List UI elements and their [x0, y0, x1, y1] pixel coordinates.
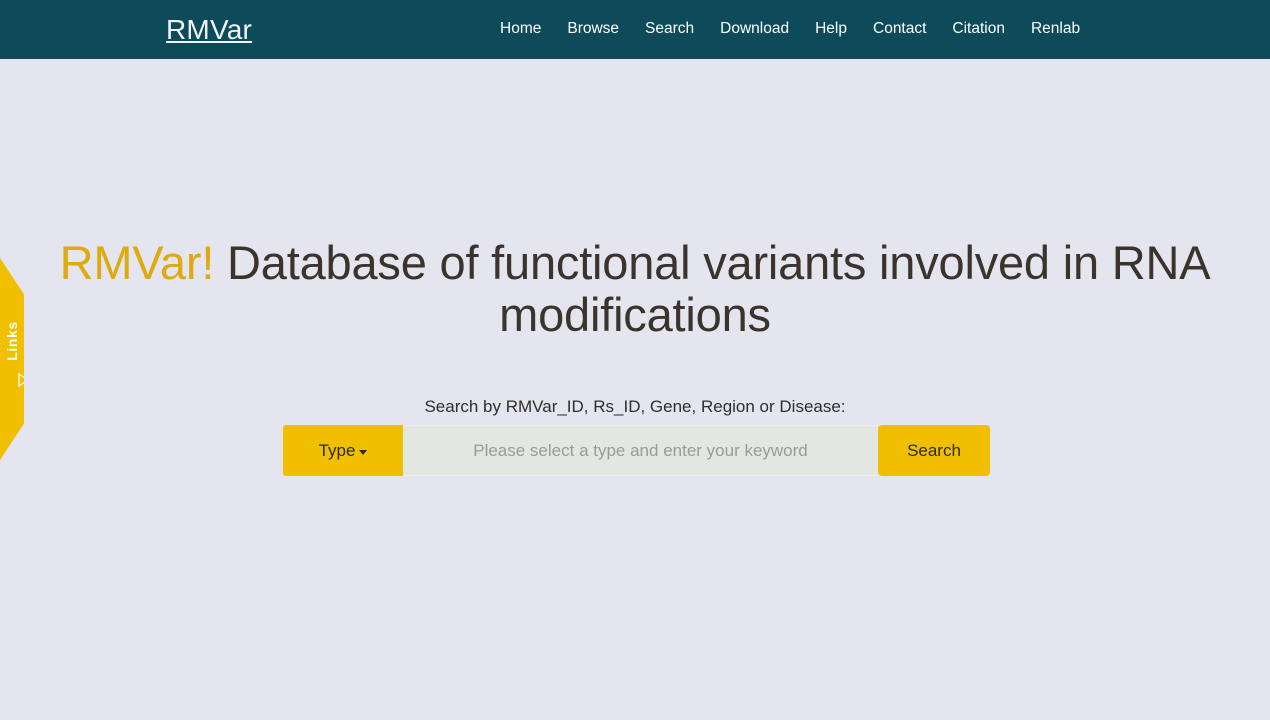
brand-logo[interactable]: RMVar — [166, 13, 252, 47]
nav-item-contact: Contact — [860, 18, 939, 40]
nav-item-download: Download — [707, 18, 802, 40]
nav-item-home: Home — [500, 18, 554, 40]
nav-link-home[interactable]: Home — [500, 18, 554, 40]
nav-link-download[interactable]: Download — [707, 18, 802, 40]
triangle-right-icon — [7, 366, 24, 387]
chevron-down-icon — [359, 450, 368, 455]
nav-link-renlab[interactable]: Renlab — [1018, 18, 1093, 40]
nav-link-contact[interactable]: Contact — [860, 18, 939, 40]
nav-link-help[interactable]: Help — [802, 18, 860, 40]
search-bar: Type Search — [283, 425, 990, 476]
top-navbar: RMVar Home Browse Search Download Help C… — [0, 0, 1270, 59]
page-title-accent: RMVar! — [59, 236, 215, 289]
nav-link-search[interactable]: Search — [632, 18, 707, 40]
nav-item-citation: Citation — [939, 18, 1018, 40]
nav-item-browse: Browse — [554, 18, 632, 40]
search-input[interactable] — [403, 425, 878, 476]
nav-menu: Home Browse Search Download Help Contact… — [500, 18, 1093, 40]
type-dropdown-label: Type — [318, 441, 356, 460]
type-dropdown-button[interactable]: Type — [283, 425, 403, 476]
search-caption: Search by RMVar_ID, Rs_ID, Gene, Region … — [424, 397, 846, 416]
page-title: RMVar! Database of functional variants i… — [0, 237, 1270, 341]
nav-item-renlab: Renlab — [1018, 18, 1093, 40]
nav-item-help: Help — [802, 18, 860, 40]
page-title-rest: Database of functional variants involved… — [214, 236, 1211, 341]
nav-link-citation[interactable]: Citation — [939, 18, 1018, 40]
search-submit-button[interactable]: Search — [878, 425, 990, 476]
nav-item-search: Search — [632, 18, 707, 40]
nav-link-browse[interactable]: Browse — [554, 18, 632, 40]
